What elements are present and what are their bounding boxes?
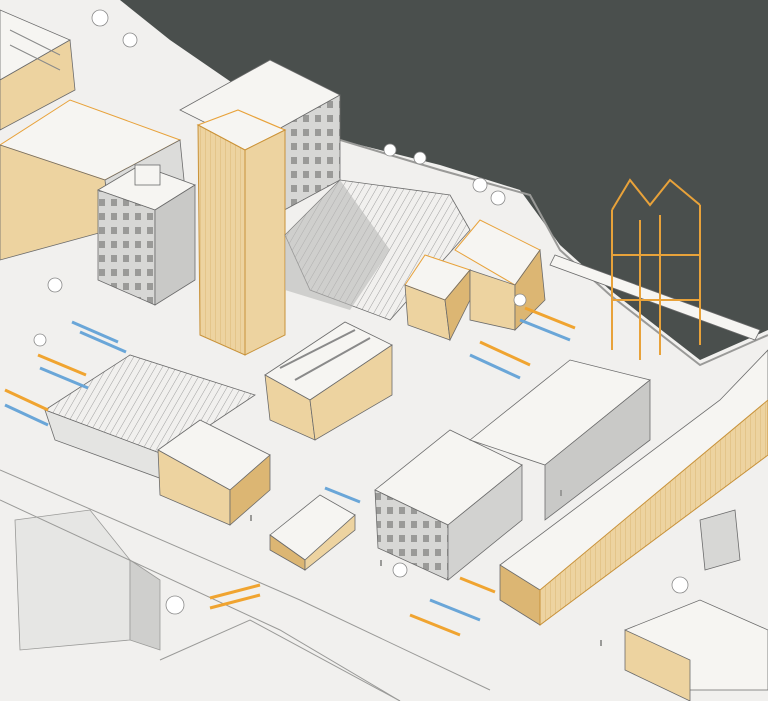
isometric-site-drawing	[0, 0, 768, 701]
grey-office-block	[97, 164, 196, 306]
timber-tower	[196, 109, 287, 356]
